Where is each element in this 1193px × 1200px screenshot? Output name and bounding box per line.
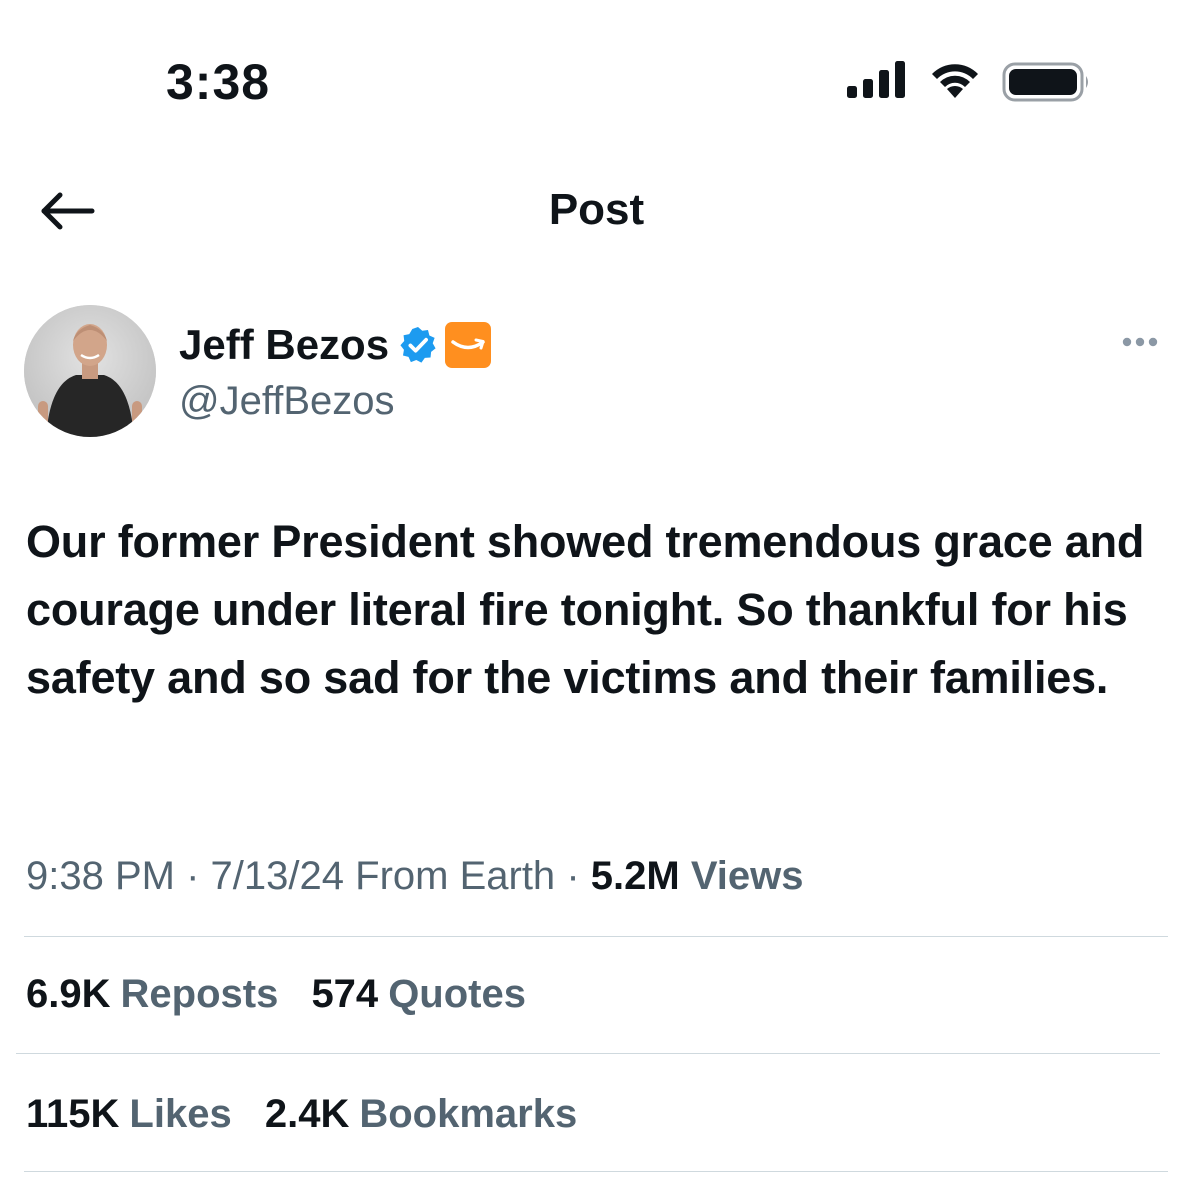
author-names: Jeff Bezos @JeffBezos	[179, 319, 492, 427]
page-title: Post	[548, 185, 645, 234]
stats-row-likes-bookmarks: 115K Likes 2.4K Bookmarks	[26, 1086, 599, 1142]
wifi-icon	[932, 64, 978, 98]
amazon-smile-icon	[451, 338, 485, 350]
display-name[interactable]: Jeff Bezos	[179, 319, 389, 371]
post-source: From Earth	[355, 854, 556, 898]
avatar-image	[24, 305, 156, 437]
bookmarks-count: 2.4K	[264, 1092, 350, 1136]
bookmarks-stat[interactable]: 2.4K Bookmarks	[265, 1086, 577, 1142]
post-time[interactable]: 9:38 PM	[26, 854, 175, 898]
post-meta: 9:38 PM · 7/13/24 From Earth · 5.2M View…	[26, 848, 804, 904]
display-name-line: Jeff Bezos	[179, 319, 492, 371]
reposts-stat[interactable]: 6.9K Reposts	[26, 966, 278, 1022]
affiliate-badge-icon[interactable]	[445, 322, 492, 368]
reposts-count: 6.9K	[26, 972, 111, 1016]
meta-separator: ·	[186, 854, 200, 898]
divider	[24, 1171, 1168, 1172]
more-options-button[interactable]	[1110, 327, 1170, 357]
status-time: 3:38	[166, 54, 271, 110]
post-author: Jeff Bezos @JeffBezos	[24, 305, 1174, 445]
quotes-label: Quotes	[388, 972, 526, 1016]
views-count[interactable]: 5.2M	[591, 854, 680, 898]
status-bar: 3:38	[0, 0, 1193, 150]
nav-bar: Post	[0, 170, 1193, 250]
likes-label: Likes	[129, 1092, 232, 1136]
verified-badge-icon[interactable]	[399, 326, 437, 364]
post-text: Our former President showed tremendous g…	[26, 516, 1145, 703]
likes-count: 115K	[26, 1092, 120, 1136]
views-label[interactable]: Views	[691, 854, 804, 898]
bookmarks-label: Bookmarks	[359, 1092, 578, 1136]
cellular-signal-icon	[847, 61, 905, 98]
reposts-label: Reposts	[120, 972, 279, 1016]
battery-icon	[1002, 62, 1088, 102]
likes-stat[interactable]: 115K Likes	[26, 1086, 232, 1142]
divider	[24, 936, 1168, 937]
stats-row-reposts-quotes: 6.9K Reposts 574 Quotes	[26, 966, 548, 1022]
meta-separator: ·	[566, 854, 580, 898]
divider	[16, 1053, 1160, 1054]
more-horizontal-icon	[1122, 337, 1158, 347]
post-date[interactable]: 7/13/24	[211, 854, 344, 898]
author-handle[interactable]: @JeffBezos	[179, 375, 491, 427]
quotes-count: 574	[311, 972, 379, 1016]
avatar[interactable]	[24, 305, 156, 437]
quotes-stat[interactable]: 574 Quotes	[311, 966, 526, 1022]
